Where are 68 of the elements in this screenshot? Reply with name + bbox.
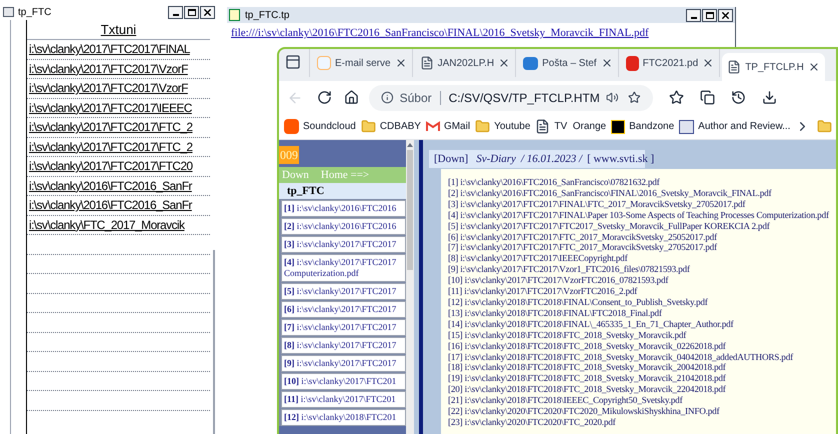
browser-tab[interactable]: E-mail serve [312, 49, 413, 77]
file-link[interactable]: [14] i:\sv\clanky\2018\FTC2018\FINAL\_465335_1_En_71_Chapter_Author.pdf [448, 318, 734, 330]
file-link[interactable]: [6] i:\sv\clanky\2017\FTC2017 [281, 301, 406, 318]
frame-heading: tp_FTC [287, 184, 324, 199]
table-cell[interactable]: i:\sv\clanky\2016\FTC2016_SanFr [29, 176, 192, 195]
file-link[interactable]: [12] i:\sv\clanky\2018\FTC201 [281, 409, 406, 426]
file-link[interactable]: [11] i:\sv\clanky\2017\FTC2017\VzorFTC2016_2.pdf [448, 286, 638, 297]
browser-tab[interactable]: FTC2021.pd [620, 49, 720, 77]
file-link[interactable]: [8] i:\sv\clanky\2017\FTC2017 [281, 337, 406, 354]
file-link[interactable]: [7] i:\sv\clanky\2017\FTC2017 [281, 319, 406, 336]
file-link[interactable]: [12] i:\sv\clanky\2018\FTC2018\FINAL\Consent_to_Publish_Svetsky.pdf [448, 296, 708, 308]
table-cell[interactable]: i:\sv\clanky\2017\FTC2017\FTC_2 [29, 118, 192, 136]
file-link[interactable]: [6] i:\sv\clanky\2017\FTC2017\FTC_2017_MoravcikSvetsky_25052017.pdf [448, 232, 717, 242]
browser-tab[interactable]: Pošta – Stef [518, 49, 619, 77]
file-link[interactable]: [9] i:\sv\clanky\2017\FTC2017\Vzor1_FTC2016_files\07821593.pdf [448, 264, 690, 276]
file-link[interactable]: [3] i:\sv\clanky\2017\FTC2017\FINAL\FTC_2017_MoravcikSvetsky_27052017.pdf [448, 198, 746, 210]
file-link[interactable]: [18] i:\sv\clanky\2018\FTC2018\FTC_2018_Svetsky_Moravcik_20042018.pdf [448, 362, 726, 374]
table-cell[interactable]: i:\sv\clanky\2016\FTC2016_SanFr [29, 196, 192, 214]
bookmark[interactable]: GMail [426, 119, 470, 134]
file-link[interactable]: [1] i:\sv\clanky\2016\FTC2016 [281, 200, 406, 217]
bookmark[interactable]: Youtube [475, 119, 530, 134]
page-badge: 009 [279, 146, 299, 164]
diary-date: / 16.01.2023 / [520, 152, 582, 167]
diary-title: Sv-Diary [476, 152, 516, 167]
file-link[interactable]: [8] i:\sv\clanky\2017\FTC2017\IEEECopyright.pdf [448, 253, 628, 264]
file-link[interactable]: [5] i:\sv\clanky\2017\FTC2017\FTC2017_Svetsky_Moravcik_FullPaper KOREKCIA 2.pdf [448, 220, 770, 232]
file-link[interactable]: [9] i:\sv\clanky\2017\FTC2017 [281, 355, 406, 372]
file-link[interactable]: [16] i:\sv\clanky\2018\FTC2018\FTC_2018_Svetsky_Moravcik_02262018.pdf [448, 340, 726, 352]
file-link[interactable]: [4] i:\sv\clanky\2017\FTC2017\FINAL\Paper 103-Some Aspects of Teaching Processes Computerization.pdf [448, 210, 829, 221]
file-link[interactable]: [22] i:\sv\clanky\2020\FTC2020\FTC2020_MikulowskiShyskhina_INFO.pdf [448, 406, 720, 417]
bookmark[interactable]: CDBABY [360, 119, 421, 134]
file-link[interactable]: [4] i:\sv\clanky\2017\FTC2017 Computerization.pdf [281, 254, 406, 282]
file-link[interactable]: [19] i:\sv\clanky\2018\FTC2018\FTC_2018_Svetsky_Moravcik_21042018.pdf [448, 373, 726, 384]
table-cell[interactable]: i:\sv\clanky\2017\FTC2017\VzorF [29, 60, 188, 78]
file-link[interactable]: [13] i:\sv\clanky\2018\FTC2018\FINAL\FTC2018_Final.pdf [448, 308, 662, 319]
table-cell[interactable]: i:\sv\clanky\2017\FTC2017\FINAL [29, 40, 190, 58]
table-cell[interactable]: i:\sv\clanky\2017\FTC2017\FTC20 [29, 157, 192, 176]
file-link[interactable]: [11] i:\sv\clanky\2017\FTC201 [281, 391, 406, 408]
window-title: tp_FTC.tp [245, 8, 290, 22]
file-link[interactable]: [3] i:\sv\clanky\2017\FTC2017 [281, 236, 406, 253]
file-link[interactable]: [20] i:\sv\clanky\2018\FTC2018\FTC_2018_Svetsky_Moravcik_22042018.pdf [448, 384, 726, 396]
file-link[interactable]: file:///i:\sv\clanky\2016\FTC2016_SanFrancisco\FINAL\2016_Svetsky_Moravcik_FINAL.pdf [227, 25, 735, 42]
file-link[interactable]: [7] i:\sv\clanky\2017\FTC2017\FTC_2017_MoravcikSvetsky_27052017.pdf [448, 242, 717, 254]
site-link[interactable]: [ www.svti.sk ] [587, 150, 654, 168]
file-link[interactable]: [15] i:\sv\clanky\2018\FTC2018\FTC_2018_Svetsky_Moravcik.pdf [448, 330, 686, 341]
down-link[interactable]: [Down] [434, 150, 468, 168]
file-link[interactable]: [10] i:\sv\clanky\2017\FTC201 [281, 373, 406, 390]
column-header: Txtuni [100, 20, 136, 39]
file-link[interactable]: [2] i:\sv\clanky\2016\FTC2016 [281, 218, 406, 235]
bookmark[interactable]: Soundcloud [284, 119, 356, 134]
bookmark[interactable]: Author and Review... [679, 119, 790, 134]
file-link[interactable]: [5] i:\sv\clanky\2017\FTC2017 [281, 283, 406, 300]
file-link[interactable]: [1] i:\sv\clanky\2016\FTC2016_SanFrancisco\07821632.pdf [448, 177, 660, 188]
address-bar[interactable]: Súbor C:/SV/QSV/TP_FTCLP.HTM [369, 84, 653, 110]
browser-tab[interactable]: TP_FTCLP.H [722, 53, 825, 81]
window-title: tp_FTC [18, 6, 52, 20]
file-link[interactable]: [21] i:\sv\clanky\2018\FTC2018\IEEEC_Copyright50_Svetsky.pdf [448, 395, 682, 406]
table-cell[interactable]: i:\sv\clanky\2017\FTC2017\VzorF [29, 79, 188, 98]
file-link[interactable]: [23] i:\sv\clanky\2020\FTC2020\FTC_2020.pdf [448, 416, 616, 428]
file-link[interactable]: [2] i:\sv\clanky\2016\FTC2016_SanFrancisco\FINAL\2016_Svetsky_Moravcik_FINAL.pdf [448, 188, 772, 199]
bookmark[interactable]: TV Orange [535, 119, 606, 134]
table-cell[interactable]: i:\sv\clanky\2017\FTC2017\IEEEC [29, 98, 192, 117]
browser-tab[interactable]: JAN202LP.H [414, 49, 516, 77]
table-cell[interactable]: i:\sv\clanky\FTC_2017_Moravcik [29, 216, 184, 234]
bookmark[interactable]: Bandzone [611, 119, 674, 134]
file-link[interactable]: [17] i:\sv\clanky\2018\FTC2018\FTC_2018_Svetsky_Moravcik_04042018_addedAUTHORS.pdf [448, 352, 793, 362]
file-link[interactable]: [10] i:\sv\clanky\2017\FTC2017\VzorFTC2016_07821593.pdf [448, 275, 668, 286]
table-cell[interactable]: i:\sv\clanky\2017\FTC2017\FTC_2 [29, 138, 192, 156]
